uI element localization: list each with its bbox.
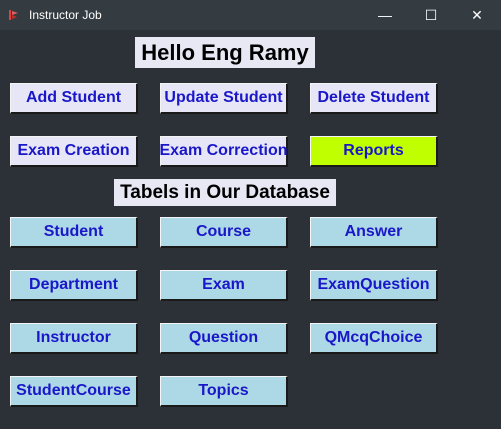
table-studentcourse-button[interactable]: StudentCourse: [10, 376, 138, 407]
table-student-button[interactable]: Student: [10, 217, 138, 248]
title-bar[interactable]: Instructor Job — ☐ ✕: [0, 0, 501, 30]
reports-button[interactable]: Reports: [310, 136, 438, 167]
app-feather-icon: [9, 10, 18, 20]
exam-creation-button[interactable]: Exam Creation: [10, 136, 138, 167]
minimize-button[interactable]: —: [362, 0, 408, 30]
table-instructor-button[interactable]: Instructor: [10, 323, 138, 354]
table-topics-button[interactable]: Topics: [160, 376, 288, 407]
table-qmcqchoice-button[interactable]: QMcqChoice: [310, 323, 438, 354]
minimize-icon: —: [378, 7, 392, 23]
table-department-button[interactable]: Department: [10, 270, 138, 301]
add-student-button[interactable]: Add Student: [10, 83, 138, 114]
exam-correction-button[interactable]: Exam Correction: [159, 136, 288, 167]
delete-student-button[interactable]: Delete Student: [310, 83, 438, 114]
greeting-heading: Hello Eng Ramy: [135, 37, 315, 68]
table-question-button[interactable]: Question: [160, 323, 288, 354]
close-icon: ✕: [471, 6, 483, 23]
main-panel: Hello Eng Ramy Add Student Update Studen…: [0, 30, 501, 429]
window-title: Instructor Job: [29, 8, 102, 22]
maximize-button[interactable]: ☐: [408, 0, 454, 30]
table-answer-button[interactable]: Answer: [310, 217, 438, 248]
maximize-icon: ☐: [424, 6, 438, 23]
update-student-button[interactable]: Update Student: [160, 83, 288, 114]
close-button[interactable]: ✕: [454, 0, 500, 30]
table-course-button[interactable]: Course: [160, 217, 288, 248]
table-examquestion-button[interactable]: ExamQuestion: [310, 270, 438, 301]
tables-heading: Tabels in Our Database: [114, 179, 336, 206]
table-exam-button[interactable]: Exam: [160, 270, 288, 301]
